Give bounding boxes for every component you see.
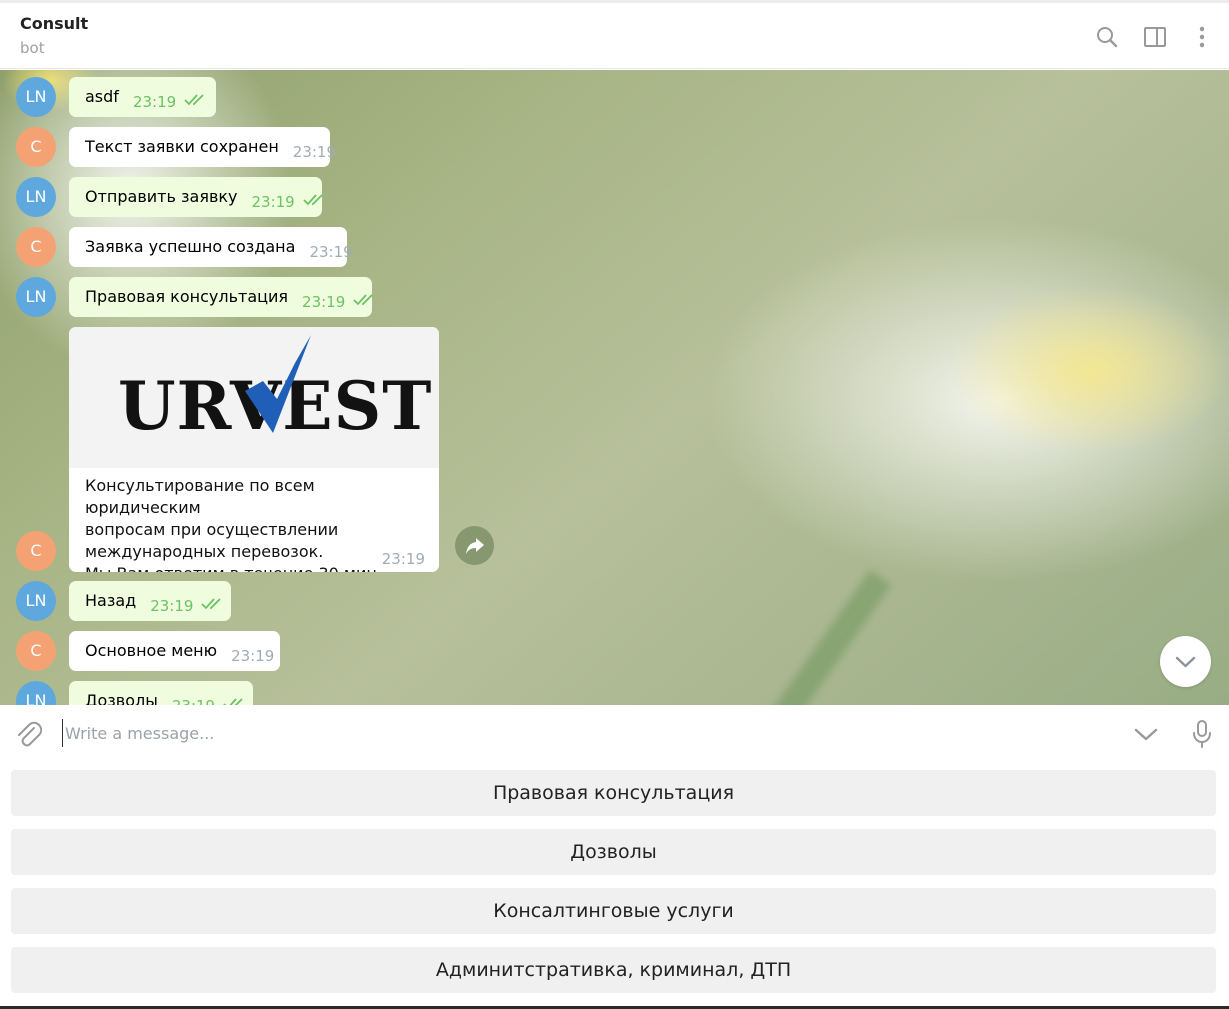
share-icon (466, 538, 484, 554)
double-check-icon (353, 293, 373, 305)
message-time: 23:19 (381, 550, 425, 568)
message-text: Основное меню (85, 641, 218, 660)
media-message-card[interactable]: URVEST Консультирование по всем юридичес… (69, 327, 439, 572)
message-time: 23:19 (231, 647, 275, 665)
message-text: Правовая консультация (85, 287, 289, 306)
message-bubble[interactable]: Основное меню 23:19 (69, 631, 280, 671)
message-bubble[interactable]: Дозволы 23:19 (69, 681, 253, 705)
message-time: 23:19 (172, 697, 215, 705)
message-bubble[interactable]: Правовая консультация 23:19 (69, 277, 373, 317)
avatar[interactable]: C (16, 531, 56, 571)
message-time: 23:19 (292, 143, 337, 161)
message-text: Текст заявки сохранен (85, 137, 279, 156)
message-text: Заявка успешно создана (85, 237, 296, 256)
chat-title[interactable]: Consult (20, 14, 88, 33)
avatar[interactable]: LN (16, 581, 56, 621)
message-time: 23:19 (302, 293, 346, 311)
keyboard-button-administrative[interactable]: Админитстративка, криминал, ДТП (11, 947, 1216, 993)
message-list[interactable]: LN asdf 23:19 C Текст заявки сохранен 23:1… (0, 70, 1229, 705)
message-bubble[interactable]: Заявка успешно создана 23:19 (69, 227, 353, 267)
chat-subtitle: bot (20, 39, 45, 57)
message-text: Консультирование по всем юридическим воп… (85, 476, 382, 572)
message-composer (0, 705, 1229, 763)
scroll-to-bottom-button[interactable] (1160, 636, 1211, 687)
avatar[interactable]: C (16, 631, 56, 671)
attach-icon[interactable] (14, 719, 42, 749)
message-input[interactable] (62, 719, 1107, 747)
logo-checkmark-icon (245, 335, 311, 433)
double-check-icon (184, 93, 204, 105)
message-bubble[interactable]: Отправить заявку 23:19 (69, 177, 323, 217)
message-bubble[interactable]: Текст заявки сохранен 23:19 (69, 127, 336, 167)
keyboard-toggle-icon[interactable] (1133, 723, 1159, 745)
double-check-icon (303, 193, 323, 205)
message-bubble[interactable]: asdf 23:19 (69, 77, 216, 117)
avatar[interactable]: C (16, 227, 56, 267)
bot-keyboard: Правовая консультация Дозволы Консалтинг… (0, 763, 1229, 1009)
sidebar-toggle-icon[interactable] (1143, 25, 1167, 49)
message-bubble[interactable]: Назад 23:19 (69, 581, 231, 621)
avatar[interactable]: LN (16, 277, 56, 317)
chat-header: Consult bot (0, 3, 1229, 69)
keyboard-button-permits[interactable]: Дозволы (11, 829, 1216, 875)
double-check-icon (201, 597, 222, 609)
company-logo-image[interactable]: URVEST (69, 327, 439, 468)
message-time: 23:19 (132, 93, 177, 111)
microphone-icon[interactable] (1190, 719, 1214, 749)
message-text: Назад (85, 591, 137, 610)
message-time: 23:19 (309, 243, 353, 261)
message-time: 23:19 (251, 193, 295, 211)
more-vert-icon[interactable] (1190, 25, 1214, 49)
double-check-icon (223, 697, 243, 705)
background-stem (755, 570, 892, 705)
share-button[interactable] (455, 526, 494, 565)
search-icon[interactable] (1095, 25, 1119, 49)
keyboard-button-legal-consultation[interactable]: Правовая консультация (11, 770, 1216, 816)
message-text: Отправить заявку (85, 187, 238, 206)
avatar[interactable]: LN (16, 177, 56, 217)
avatar[interactable]: LN (16, 77, 56, 117)
message-text: Дозволы (85, 691, 158, 705)
avatar[interactable]: LN (16, 681, 56, 705)
avatar[interactable]: C (16, 127, 56, 167)
keyboard-button-consulting-services[interactable]: Консалтинговые услуги (11, 888, 1216, 934)
message-time: 23:19 (150, 597, 194, 615)
message-text: asdf (85, 87, 119, 106)
chevron-down-icon (1175, 656, 1196, 668)
